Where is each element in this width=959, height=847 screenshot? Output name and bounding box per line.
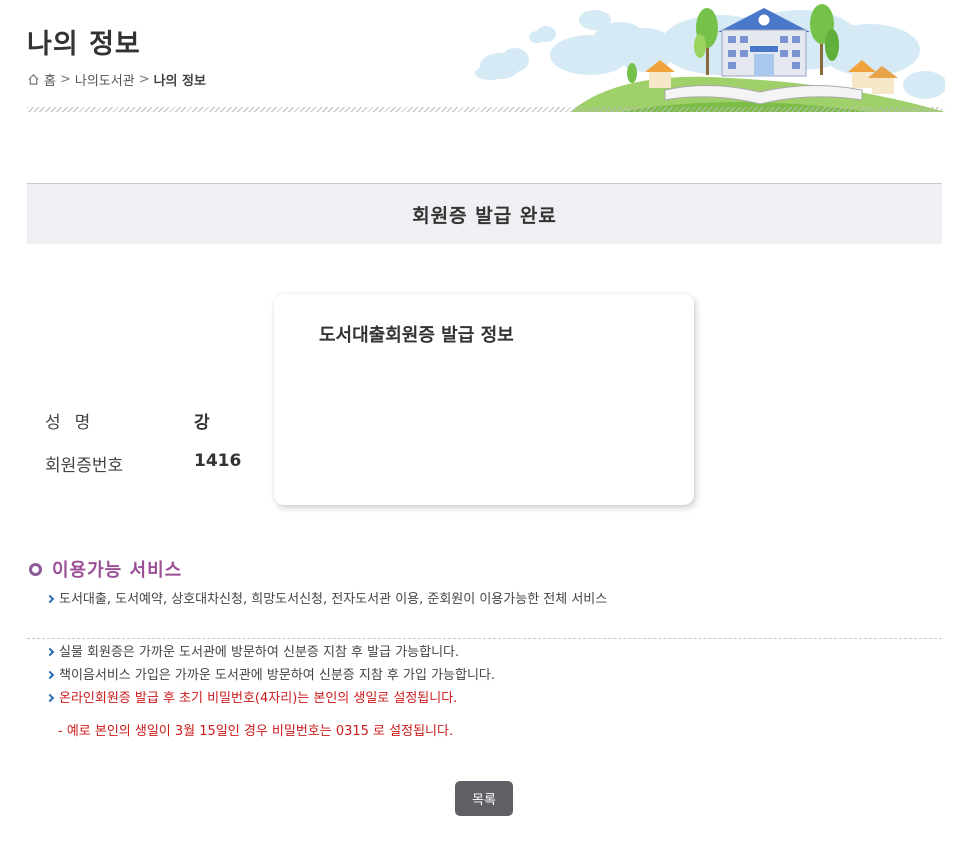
name-row: 성명 강 bbox=[45, 408, 210, 433]
page-header: 나의 정보 홈 > 나의도서관 > 나의 정보 bbox=[0, 0, 959, 115]
services-heading-text: 이용가능 서비스 bbox=[52, 560, 183, 581]
card-number-label: 회원증번호 bbox=[45, 456, 124, 476]
header-divider bbox=[27, 107, 942, 112]
services-list: 도서대출, 도서예약, 상호대차신청, 희망도서신청, 전자도서관 이용, 준회… bbox=[47, 591, 607, 614]
breadcrumb-current: 나의 정보 bbox=[153, 74, 206, 89]
breadcrumb: 홈 > 나의도서관 > 나의 정보 bbox=[27, 70, 206, 89]
completion-title: 회원증 발급 완료 bbox=[412, 204, 557, 227]
list-item: 책이음서비스 가입은 가까운 도서관에 방문하여 신분증 지참 후 가입 가능합… bbox=[47, 667, 495, 690]
list-button[interactable]: 목록 bbox=[455, 781, 513, 816]
notices-list: 실물 회원증은 가까운 도서관에 방문하여 신분증 지참 후 발급 가능합니다.… bbox=[47, 644, 495, 713]
list-item: 도서대출, 도서예약, 상호대차신청, 희망도서신청, 전자도서관 이용, 준회… bbox=[47, 591, 607, 614]
breadcrumb-parent[interactable]: 나의도서관 bbox=[75, 70, 135, 89]
ring-icon bbox=[29, 562, 42, 576]
completion-banner: 회원증 발급 완료 bbox=[27, 183, 942, 244]
password-example: - 예로 본인의 생일이 3월 15일인 경우 비밀번호는 0315 로 설정됩… bbox=[58, 724, 454, 739]
home-icon[interactable] bbox=[27, 73, 40, 86]
page-title: 나의 정보 bbox=[27, 29, 141, 60]
card-number-value: 1416 bbox=[194, 451, 242, 471]
card-title: 도서대출회원증 발급 정보 bbox=[319, 325, 514, 346]
card-number-row: 회원증번호 1416 bbox=[45, 451, 241, 476]
name-label: 성명 bbox=[45, 413, 105, 433]
membership-card-info: 도서대출회원증 발급 정보 bbox=[274, 294, 694, 505]
services-heading: 이용가능 서비스 bbox=[29, 556, 182, 582]
breadcrumb-home[interactable]: 홈 bbox=[44, 70, 56, 89]
list-item-warning: 온라인회원증 발급 후 초기 비밀번호(4자리)는 본인의 생일로 설정됩니다. bbox=[47, 690, 495, 713]
breadcrumb-separator: > bbox=[59, 72, 71, 87]
list-item: 실물 회원증은 가까운 도서관에 방문하여 신분증 지참 후 발급 가능합니다. bbox=[47, 644, 495, 667]
library-building-illustration bbox=[475, 4, 945, 112]
breadcrumb-separator: > bbox=[138, 72, 150, 87]
name-value: 강 bbox=[194, 413, 210, 433]
section-divider bbox=[27, 638, 942, 639]
